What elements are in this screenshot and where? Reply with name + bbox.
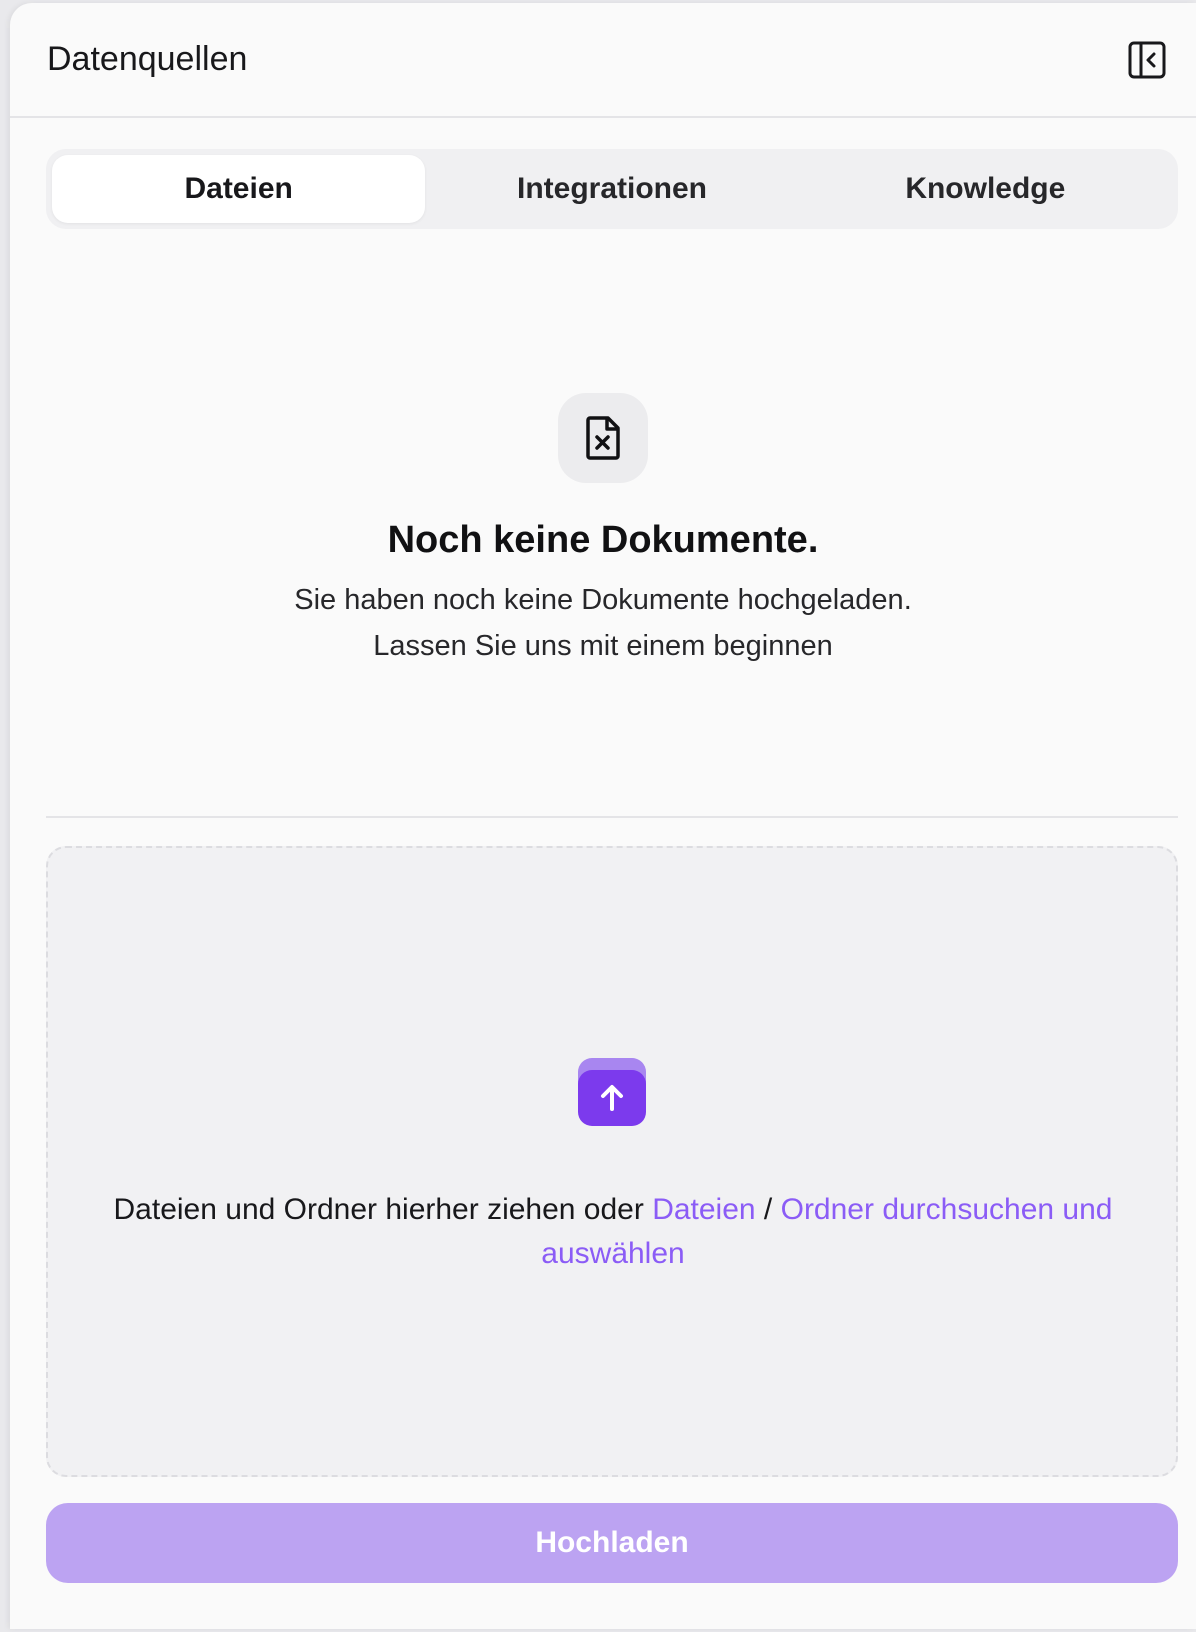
data-sources-panel: Datenquellen Dateien Integrationen Knowl… — [10, 3, 1196, 1629]
empty-state-title: Noch keine Dokumente. — [387, 519, 819, 561]
empty-icon-container — [558, 393, 648, 483]
empty-state-description: Sie haben noch keine Dokumente hochgelad… — [10, 577, 1196, 669]
tab-knowledge[interactable]: Knowledge — [799, 155, 1172, 223]
upload-button[interactable]: Hochladen — [46, 1503, 1178, 1583]
arrow-up-icon — [601, 1085, 623, 1111]
source-tabs: Dateien Integrationen Knowledge — [46, 149, 1178, 229]
tab-dateien[interactable]: Dateien — [52, 155, 426, 223]
dropzone-instruction: Dateien und Ordner hierher ziehen oder — [113, 1193, 653, 1226]
section-divider — [46, 816, 1178, 818]
tab-integrationen[interactable]: Integrationen — [425, 155, 798, 223]
link-separator: / — [755, 1193, 781, 1226]
empty-state-line-2: Lassen Sie uns mit einem beginnen — [373, 630, 833, 662]
sidebar-collapse-icon — [1128, 41, 1166, 78]
empty-state-line-1: Sie haben noch keine Dokumente hochgelad… — [294, 584, 912, 616]
panel-title: Datenquellen — [47, 40, 248, 78]
file-dropzone[interactable]: Dateien und Ordner hierher ziehen oder D… — [46, 846, 1178, 1477]
file-x-icon — [586, 416, 620, 460]
panel-header: Datenquellen — [10, 3, 1196, 118]
upload-icon — [578, 1058, 646, 1126]
collapse-panel-button[interactable] — [1124, 37, 1170, 83]
empty-state: Noch keine Dokumente. Sie haben noch kei… — [10, 393, 1196, 669]
dropzone-text: Dateien und Ordner hierher ziehen oder D… — [88, 1188, 1138, 1276]
browse-files-link[interactable]: Dateien — [652, 1193, 755, 1226]
